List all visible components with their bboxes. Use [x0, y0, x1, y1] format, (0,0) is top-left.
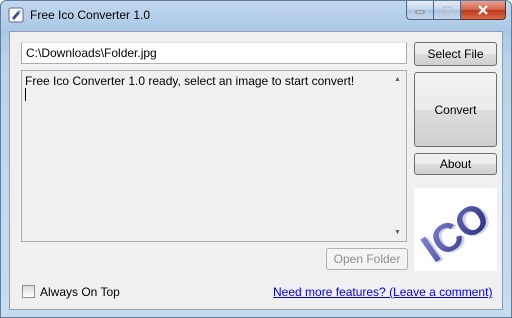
file-path-input[interactable]: [21, 42, 407, 64]
app-icon: [8, 7, 24, 23]
open-folder-button[interactable]: Open Folder: [326, 248, 408, 270]
feedback-link[interactable]: Need more features? (Leave a comment): [273, 285, 492, 299]
about-button[interactable]: About: [414, 153, 497, 175]
select-file-button[interactable]: Select File: [414, 42, 497, 66]
maximize-button[interactable]: [434, 1, 461, 20]
scroll-up-icon[interactable]: ▲: [389, 71, 406, 88]
minimize-icon: [415, 10, 425, 14]
minimize-button[interactable]: [406, 1, 434, 20]
ico-logo-image: ICO ICO: [414, 188, 500, 272]
convert-button[interactable]: Convert: [414, 72, 497, 147]
ico-logo-graphic: ICO ICO: [414, 194, 500, 271]
text-caret: [25, 88, 26, 101]
caption-buttons: [406, 1, 506, 21]
always-on-top-label[interactable]: Always On Top: [40, 285, 120, 299]
app-window: Free Ico Converter 1.0 Select File Free …: [0, 0, 512, 318]
ico-logo-text: ICO: [414, 194, 497, 271]
log-textarea[interactable]: Free Ico Converter 1.0 ready, select an …: [21, 70, 407, 242]
close-button[interactable]: [461, 1, 506, 20]
scroll-down-icon[interactable]: ▼: [389, 224, 406, 241]
client-area: Select File Free Ico Converter 1.0 ready…: [9, 31, 503, 310]
close-icon: [478, 5, 488, 15]
always-on-top-checkbox[interactable]: [22, 285, 35, 298]
log-text: Free Ico Converter 1.0 ready, select an …: [25, 74, 355, 88]
title-bar[interactable]: Free Ico Converter 1.0: [1, 1, 511, 29]
log-scrollbar[interactable]: ▲ ▼: [389, 71, 406, 241]
window-title: Free Ico Converter 1.0: [30, 8, 151, 22]
maximize-icon: [442, 5, 452, 15]
